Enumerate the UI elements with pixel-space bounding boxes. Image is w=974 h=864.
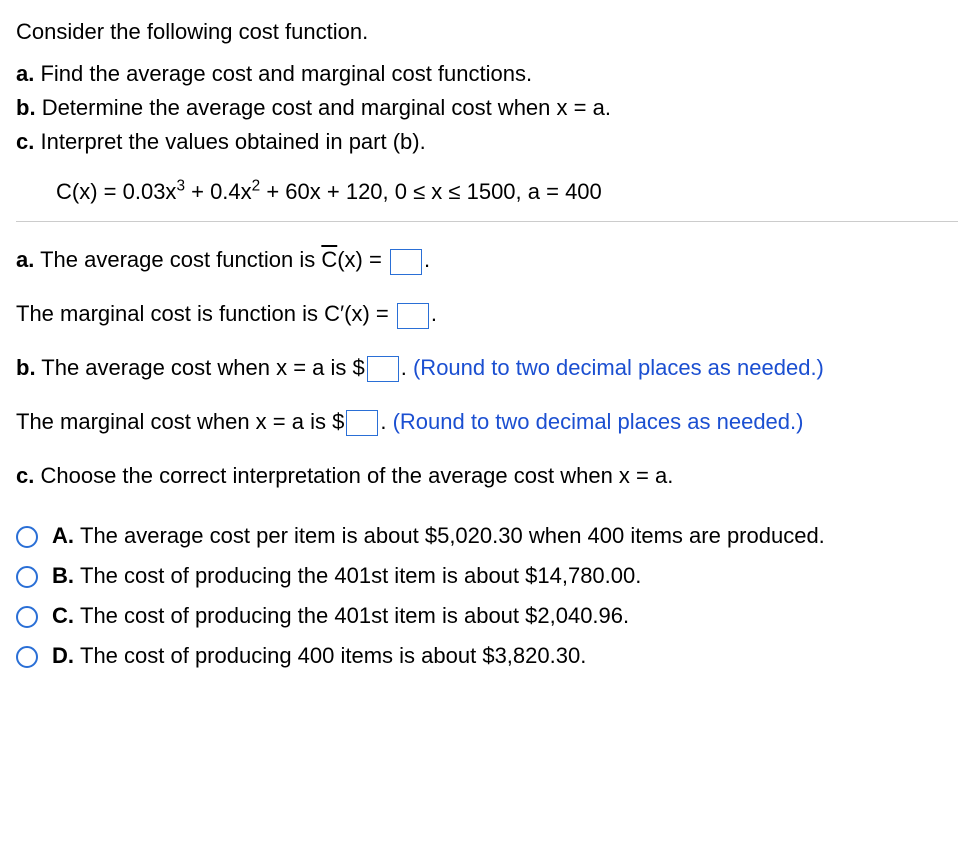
formula-mid1: + 0.4x: [185, 179, 252, 204]
answer-a-average: a. The average cost function is C(x) = .: [16, 244, 958, 276]
part-c-text: Interpret the values obtained in part (b…: [40, 129, 425, 154]
part-b-text: Determine the average cost and marginal …: [42, 95, 611, 120]
choice-a-row[interactable]: A. The average cost per item is about $5…: [16, 520, 958, 552]
question-intro: Consider the following cost function.: [16, 16, 958, 48]
answer-a-marg-text: The marginal cost is function is C′(x) =: [16, 301, 395, 326]
answer-c-label: c.: [16, 463, 34, 488]
answer-b-label: b.: [16, 355, 36, 380]
divider: [16, 221, 958, 222]
choice-b-text: The cost of producing the 401st item is …: [80, 560, 958, 592]
part-a-label: a.: [16, 61, 34, 86]
answer-b-marginal: The marginal cost when x = a is $. (Roun…: [16, 406, 958, 438]
radio-d[interactable]: [16, 646, 38, 668]
part-a-text: Find the average cost and marginal cost …: [40, 61, 532, 86]
formula-lhs: C(x) = 0.03x: [56, 179, 176, 204]
part-b-label: b.: [16, 95, 36, 120]
choice-d-row[interactable]: D. The cost of producing 400 items is ab…: [16, 640, 958, 672]
input-avg-cost-value[interactable]: [367, 356, 399, 382]
choice-c-row[interactable]: C. The cost of producing the 401st item …: [16, 600, 958, 632]
radio-b[interactable]: [16, 566, 38, 588]
answer-a-avg-post: (x) =: [337, 247, 388, 272]
choices-group: A. The average cost per item is about $5…: [16, 520, 958, 672]
answer-b-marg-pre: The marginal cost when x = a is $: [16, 409, 344, 434]
formula-exp2: 2: [252, 177, 261, 194]
choice-b-row[interactable]: B. The cost of producing the 401st item …: [16, 560, 958, 592]
choice-a-text: The average cost per item is about $5,02…: [80, 520, 958, 552]
answer-a-label: a.: [16, 247, 34, 272]
answer-c-text: Choose the correct interpretation of the…: [40, 463, 673, 488]
question-subparts: a. Find the average cost and marginal co…: [16, 58, 958, 158]
answer-a-marginal: The marginal cost is function is C′(x) =…: [16, 298, 958, 330]
input-marginal-cost-function[interactable]: [397, 303, 429, 329]
answer-b-avg-pre: The average cost when x = a is $: [41, 355, 364, 380]
input-avg-cost-function[interactable]: [390, 249, 422, 275]
answer-c-prompt: c. Choose the correct interpretation of …: [16, 460, 958, 492]
input-marginal-cost-value[interactable]: [346, 410, 378, 436]
radio-a[interactable]: [16, 526, 38, 548]
cost-function-formula: C(x) = 0.03x3 + 0.4x2 + 60x + 120, 0 ≤ x…: [56, 176, 958, 208]
answer-b-marg-hint: (Round to two decimal places as needed.): [393, 409, 804, 434]
formula-exp1: 3: [176, 177, 185, 194]
answer-b-avg-hint: (Round to two decimal places as needed.): [413, 355, 824, 380]
formula-rest: + 60x + 120, 0 ≤ x ≤ 1500, a = 400: [260, 179, 602, 204]
part-c-label: c.: [16, 129, 34, 154]
choice-d-letter: D.: [52, 640, 80, 672]
answer-a-avg-pre: The average cost function is: [40, 247, 321, 272]
choice-a-letter: A.: [52, 520, 80, 552]
choice-d-text: The cost of producing 400 items is about…: [80, 640, 958, 672]
choice-b-letter: B.: [52, 560, 80, 592]
answer-b-average: b. The average cost when x = a is $. (Ro…: [16, 352, 958, 384]
c-bar: C: [321, 247, 337, 272]
choice-c-text: The cost of producing the 401st item is …: [80, 600, 958, 632]
choice-c-letter: C.: [52, 600, 80, 632]
radio-c[interactable]: [16, 606, 38, 628]
